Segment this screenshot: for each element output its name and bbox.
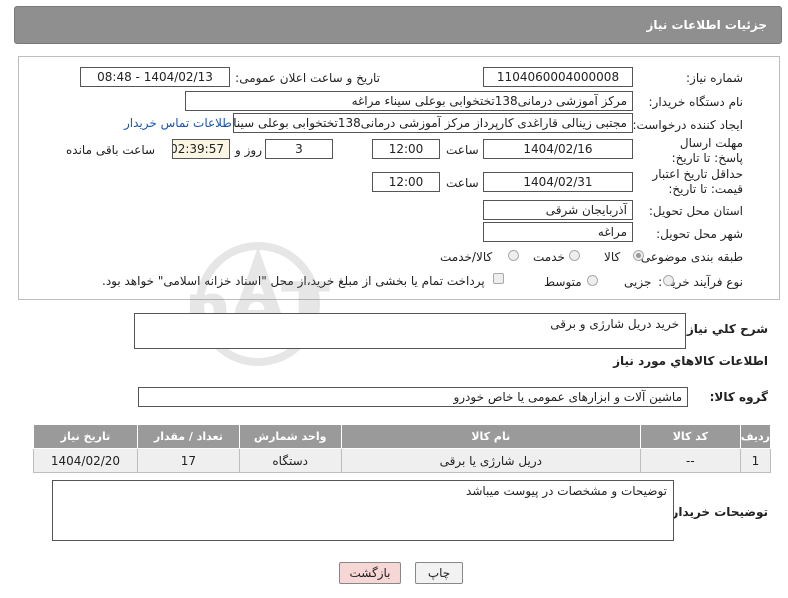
goods-group-label: گروه کالا: (709, 390, 768, 404)
requester-label: ایجاد کننده درخواست: (632, 118, 743, 132)
days-label: روز و (235, 143, 262, 157)
goods-group-field: ماشین آلات و ابزارهای عمومی یا خاص خودرو (138, 387, 688, 407)
page: جزئیات اطلاعات نیاز شماره نیاز: 11040600… (0, 0, 788, 598)
description-label: شرح کلي نياز: (682, 322, 768, 336)
need-number-label: شماره نیاز: (686, 71, 743, 85)
process-option-medium: متوسط (544, 275, 582, 289)
col-header-item-name: نام کالا (340, 424, 641, 449)
buyer-org-field: مرکز آموزشی درمانی138تختخوابی بوعلی سینا… (185, 91, 633, 111)
col-header-row-number: ردیف (739, 424, 772, 449)
remaining-time-field: 02:39:57 (172, 139, 230, 159)
category-radio-goods[interactable] (633, 250, 644, 261)
payment-note: پرداخت تمام یا بخشی از مبلغ خرید،از محل … (102, 274, 485, 288)
cell-need-date: 1404/02/20 (33, 448, 138, 473)
deadline-time-label: ساعت (446, 143, 479, 157)
col-header-need-date: تاریخ نیاز (33, 424, 138, 449)
cell-item-code: -- (639, 448, 741, 473)
days-field: 3 (265, 139, 333, 159)
province-field: آذربایجان شرقی (483, 200, 633, 220)
page-title: جزئیات اطلاعات نیاز (646, 18, 767, 32)
table-header-row: ردیف کد کالا نام کالا واحد شمارش تعداد /… (33, 424, 772, 449)
category-label: طبقه بندی موضوعی: (636, 250, 743, 264)
cell-unit: دستگاه (238, 448, 342, 473)
category-radio-goods-service[interactable] (508, 250, 519, 261)
process-option-minor: جزیی (624, 275, 652, 289)
col-header-unit: واحد شمارش (238, 424, 342, 449)
cell-row-number: 1 (739, 448, 772, 473)
province-label: استان محل تحویل: (648, 204, 743, 218)
table-row: 1 -- دریل شارژی یا برقی دستگاه 17 1404/0… (33, 448, 772, 473)
validity-label: حداقل تاریخ اعتبار قیمت: تا تاریخ: (652, 167, 743, 196)
buyer-notes-label: توضیحات خریدار: (666, 505, 768, 519)
category-option-service: خدمت (533, 250, 565, 264)
city-label: شهر محل تحویل: (656, 227, 743, 241)
process-radio-medium[interactable] (587, 275, 598, 286)
city-field: مراغه (483, 222, 633, 242)
validity-time-field: 12:00 (372, 172, 440, 192)
deadline-date-field: 1404/02/16 (483, 139, 633, 159)
items-table: ردیف کد کالا نام کالا واحد شمارش تعداد /… (33, 424, 772, 473)
description-textarea[interactable]: خرید دریل شارژی و برقی (134, 313, 686, 349)
col-header-item-code: کد کالا (639, 424, 741, 449)
cell-item-name: دریل شارژی یا برقی (340, 448, 641, 473)
buyer-contact-link[interactable]: اطلاعات تماس خریدار (124, 116, 235, 130)
process-radio-minor[interactable] (663, 275, 674, 286)
remaining-time-label: ساعت باقی مانده (66, 143, 156, 157)
requester-field: مجتبی زینالی قاراغدی کارپرداز مرکز آموزش… (233, 113, 633, 133)
category-option-goods-service: کالا/خدمت (440, 250, 493, 264)
print-button[interactable]: چاپ (415, 562, 463, 584)
buyer-notes-textarea[interactable]: توضیحات و مشخصات در پیوست میباشد (52, 480, 674, 541)
deadline-label: مهلت ارسال پاسخ: تا تاریخ: (671, 136, 743, 165)
buyer-org-label: نام دستگاه خریدار: (648, 95, 744, 109)
page-header: جزئیات اطلاعات نیاز (14, 6, 782, 44)
category-radio-service[interactable] (569, 250, 580, 261)
category-option-goods: کالا (604, 250, 621, 264)
col-header-quantity: تعداد / مقدار (136, 424, 240, 449)
validity-time-label: ساعت (446, 176, 479, 190)
announce-label: تاریخ و ساعت اعلان عمومی: (235, 71, 380, 85)
need-number-field: 1104060004000008 (483, 67, 633, 87)
validity-date-field: 1404/02/31 (483, 172, 633, 192)
cell-quantity: 17 (136, 448, 240, 473)
goods-section-title: اطلاعات کالاهاي مورد نياز (613, 354, 768, 368)
deadline-time-field: 12:00 (372, 139, 440, 159)
back-button[interactable]: بازگشت (339, 562, 401, 584)
payment-checkbox[interactable] (493, 273, 504, 284)
announce-field: 1404/02/13 - 08:48 (80, 67, 230, 87)
